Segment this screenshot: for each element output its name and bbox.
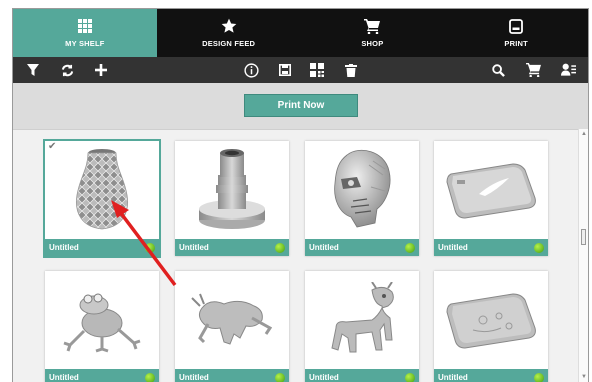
refresh-icon[interactable]: [58, 61, 76, 79]
user-menu-icon[interactable]: [559, 61, 577, 79]
trash-icon[interactable]: [342, 61, 360, 79]
item-title: Untitled: [305, 369, 419, 382]
shelf-grid: ✔ Untitled Untitled Untitled Untitled Un…: [13, 129, 578, 382]
item-title: Untitled: [45, 369, 159, 382]
shelf-item-dog[interactable]: Untitled: [305, 271, 419, 382]
tab-my-shelf[interactable]: MY SHELF: [13, 9, 157, 57]
item-title: Untitled: [305, 239, 419, 256]
status-ok-icon: [275, 243, 285, 253]
toolbar: [13, 57, 588, 83]
tab-print[interactable]: PRINT: [444, 9, 588, 57]
model-thumbnail: [434, 141, 548, 239]
model-thumbnail: [305, 141, 419, 239]
scroll-up-arrow[interactable]: ▲: [581, 131, 587, 137]
tab-label: DESIGN FEED: [202, 39, 256, 48]
annotation-arrow: [111, 200, 177, 287]
item-title: Untitled: [434, 369, 548, 382]
star-icon: [221, 18, 237, 34]
add-icon[interactable]: [92, 61, 110, 79]
status-ok-icon: [405, 243, 415, 253]
save-icon[interactable]: [276, 61, 294, 79]
item-title: Untitled: [434, 239, 548, 256]
tab-label: PRINT: [504, 39, 528, 48]
item-title: Untitled: [175, 369, 289, 382]
scrollbar[interactable]: ▲ ▼: [578, 129, 588, 382]
printer-icon: [509, 18, 524, 34]
model-thumbnail: [305, 271, 419, 369]
grid-icon: [77, 18, 92, 34]
cart-icon[interactable]: [524, 61, 542, 79]
tab-shop[interactable]: SHOP: [301, 9, 445, 57]
shelf-item-phone-case[interactable]: Untitled: [434, 141, 548, 256]
action-bar: Print Now: [13, 83, 588, 129]
scroll-down-arrow[interactable]: ▼: [581, 374, 587, 380]
qr-icon[interactable]: [308, 61, 326, 79]
cart-icon: [364, 18, 381, 34]
filter-icon[interactable]: [24, 61, 42, 79]
status-ok-icon: [534, 243, 544, 253]
top-nav: MY SHELF DESIGN FEED SHOP PRINT: [13, 9, 588, 57]
model-thumbnail: [434, 271, 548, 369]
tab-label: SHOP: [361, 39, 384, 48]
info-icon[interactable]: [242, 61, 260, 79]
scroll-thumb[interactable]: [581, 229, 586, 245]
tab-design-feed[interactable]: DESIGN FEED: [157, 9, 301, 57]
print-now-button[interactable]: Print Now: [244, 94, 358, 117]
shelf-item-phone-case-2[interactable]: Untitled: [434, 271, 548, 382]
shelf-item-robot-head[interactable]: Untitled: [305, 141, 419, 256]
search-icon[interactable]: [489, 61, 507, 79]
app-window: MY SHELF DESIGN FEED SHOP PRINT Print No…: [12, 8, 589, 382]
tab-label: MY SHELF: [65, 39, 105, 48]
